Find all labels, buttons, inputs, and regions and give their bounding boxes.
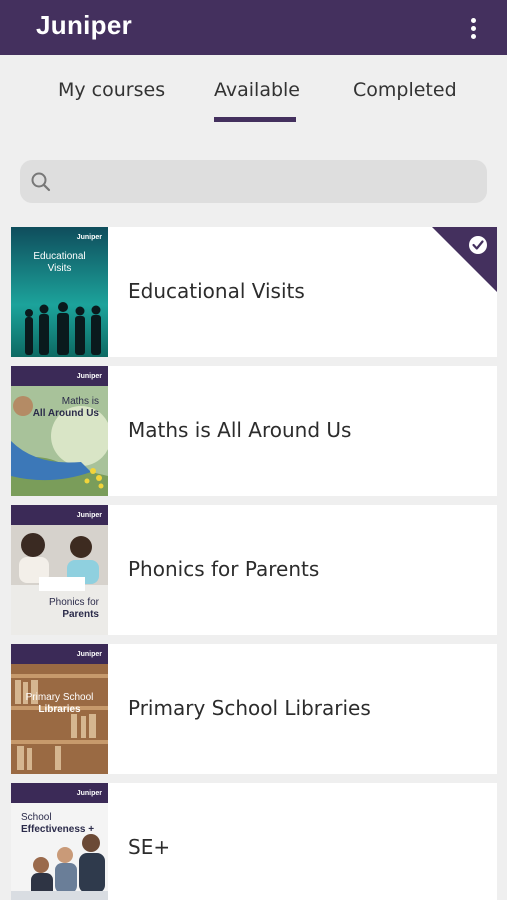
course-card[interactable]: Juniper School Effectiveness + SE+ <box>11 783 497 900</box>
course-card[interactable]: Juniper Phonics for Parents Phonics for P… <box>11 505 497 635</box>
course-card[interactable]: Juniper Primary School Libraries Primary … <box>11 644 497 774</box>
course-cover-image: Juniper Phonics for Parents <box>11 505 108 635</box>
course-title: Educational Visits <box>128 279 305 303</box>
more-vert-icon[interactable] <box>461 13 485 43</box>
course-cover-image: Juniper Maths is All Around Us <box>11 366 108 496</box>
cover-brand: Juniper <box>76 512 102 519</box>
cover-brand: Juniper <box>76 790 102 797</box>
course-card[interactable]: Juniper Maths is All Around Us Maths is A… <box>11 366 497 496</box>
course-cover-image: Juniper Primary School Libraries <box>11 644 108 774</box>
cover-title: Phonics for Parents <box>48 597 99 620</box>
cover-brand: Juniper <box>76 234 102 241</box>
course-cover-image: Juniper Educational Visits <box>11 227 108 357</box>
course-title: SE+ <box>128 835 171 859</box>
search-bar[interactable] <box>20 160 487 203</box>
app-logo: Juniper <box>36 10 133 40</box>
cover-brand: Juniper <box>76 373 102 380</box>
course-title: Phonics for Parents <box>128 557 320 581</box>
cover-title: School Effectiveness + <box>21 812 95 835</box>
cover-title: Educational Visits <box>33 251 86 274</box>
course-title: Maths is All Around Us <box>128 418 352 442</box>
course-card[interactable]: Juniper Educational Visits Educational Vi… <box>11 227 497 357</box>
tab-completed[interactable]: Completed <box>353 79 457 101</box>
cover-brand: Juniper <box>76 651 102 658</box>
active-tab-indicator <box>214 117 296 122</box>
cover-title: Maths is All Around Us <box>32 396 99 419</box>
course-title: Primary School Libraries <box>128 696 371 720</box>
cover-title: Primary School Libraries <box>25 692 94 715</box>
tab-my-courses[interactable]: My courses <box>58 79 165 101</box>
tab-available[interactable]: Available <box>214 79 300 101</box>
app-bar: Juniper <box>0 0 507 55</box>
search-icon <box>31 172 51 192</box>
search-input[interactable] <box>62 160 472 203</box>
course-cover-image: Juniper School Effectiveness + <box>11 783 108 900</box>
completed-badge-icon <box>432 227 497 292</box>
